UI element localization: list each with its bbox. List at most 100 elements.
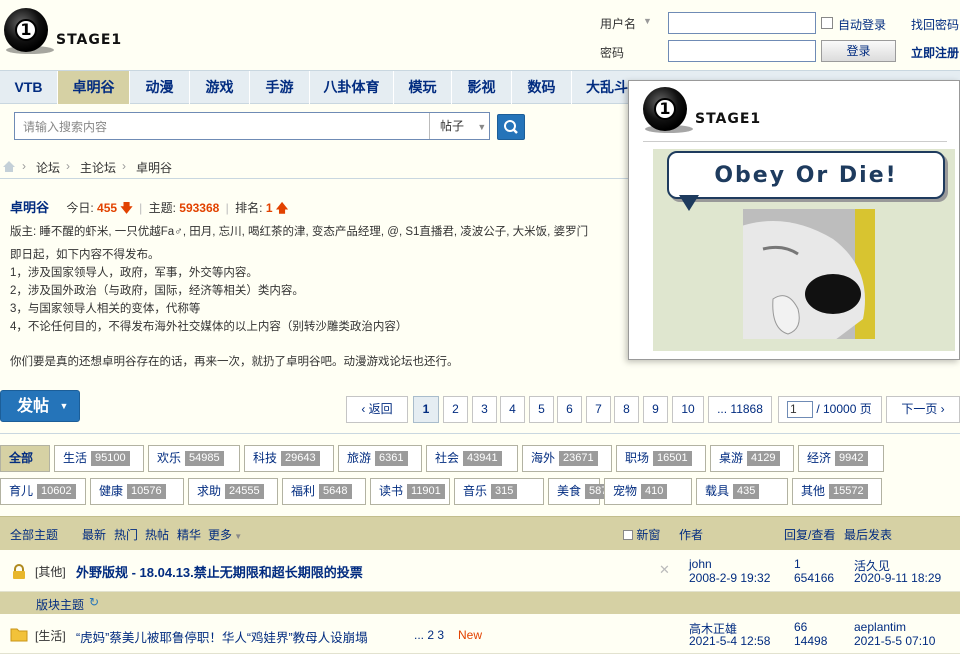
category-chip[interactable]: 欢乐 54985 (148, 445, 240, 472)
nav-item-zhuomingu[interactable]: 卓明谷 (58, 71, 130, 104)
thread-title[interactable]: “虎妈”蔡美儿被耶鲁停职！华人“鸡娃界”教母人设崩塌 (76, 627, 368, 646)
category-count-badge: 15572 (829, 484, 868, 499)
category-chip[interactable]: 生活 95100 (54, 445, 144, 472)
pager-back-button[interactable]: ‹ 返回 (346, 396, 408, 423)
pager-page-8[interactable]: 8 (614, 396, 639, 423)
pager-page-7[interactable]: 7 (586, 396, 611, 423)
search-bar: 请输入搜索内容 帖子 ▼ (14, 112, 490, 140)
breadcrumb-forum[interactable]: 论坛 (36, 159, 60, 176)
breadcrumb-zhuomingu[interactable]: 卓明谷 (136, 159, 172, 176)
last-post-user[interactable]: aeplantim (854, 620, 906, 634)
chevron-down-icon: ▼ (59, 401, 69, 411)
pager-last-page[interactable]: ... 11868 (708, 396, 772, 423)
site-logo[interactable]: 1 STAGE1 (4, 8, 134, 56)
filter-digest[interactable]: 精华 (177, 526, 201, 543)
category-chip[interactable]: 福利 5648 (282, 478, 366, 505)
last-post-column-header[interactable]: 最后发表 (844, 526, 892, 543)
pager-page-5[interactable]: 5 (529, 396, 554, 423)
category-chip[interactable]: 宠物 410 (604, 478, 692, 505)
pager-page-1[interactable]: 1 (413, 396, 439, 423)
meme-image (743, 209, 875, 339)
last-post-date[interactable]: 2020-9-11 18:29 (854, 571, 941, 585)
close-icon[interactable]: ✕ (659, 562, 670, 578)
last-post-date[interactable]: 2021-5-5 07:10 (854, 634, 935, 648)
search-input[interactable]: 请输入搜索内容 (23, 118, 107, 135)
password-input[interactable] (668, 40, 816, 62)
down-arrow-icon: 🡇 (120, 201, 133, 215)
search-icon (504, 120, 518, 134)
new-post-button[interactable]: 发帖 ▼ (0, 390, 80, 422)
section-label[interactable]: 版块主题 (36, 596, 84, 613)
thread-page-links[interactable]: ... 2 3 (414, 628, 444, 642)
forgot-password-link[interactable]: 找回密码 (911, 16, 959, 33)
popup-banner[interactable]: 1 STAGE1 Obey Or Die! (628, 80, 960, 360)
category-all[interactable]: 全部 (0, 445, 50, 472)
category-chip[interactable]: 其他 15572 (792, 478, 882, 505)
nav-item-digital[interactable]: 数码 (512, 71, 572, 104)
pager-back-label: 返回 (368, 402, 393, 416)
new-window-checkbox[interactable] (623, 530, 633, 540)
thread-author[interactable]: john (689, 557, 712, 571)
login-button[interactable]: 登录 (821, 40, 896, 62)
filter-all-threads[interactable]: 全部主题 (10, 526, 58, 543)
topics-count: 593368 (179, 201, 220, 215)
pager-page-10[interactable]: 10 (672, 396, 704, 423)
nav-item-mobile-games[interactable]: 手游 (250, 71, 310, 104)
filter-hot[interactable]: 热门 (114, 526, 138, 543)
filter-more[interactable]: 更多 ▼ (208, 526, 242, 543)
category-chip[interactable]: 育儿 10602 (0, 478, 86, 505)
thread-tag[interactable]: [生活] (35, 627, 66, 644)
pager-jump: 1 / 10000 页 (778, 396, 882, 423)
auto-login-checkbox[interactable] (821, 17, 833, 29)
nav-item-anime[interactable]: 动漫 (130, 71, 190, 104)
forum-rule-1: 1，涉及国家领导人，政府，军事，外交等内容。 (10, 267, 258, 279)
breadcrumb-main-forum[interactable]: 主论坛 (80, 159, 116, 176)
category-chip[interactable]: 经济 9942 (798, 445, 884, 472)
filter-hot-threads[interactable]: 热帖 (145, 526, 169, 543)
category-chip[interactable]: 求助 24555 (188, 478, 278, 505)
category-chip[interactable]: 社会 43941 (426, 445, 518, 472)
category-chip[interactable]: 科技 29643 (244, 445, 334, 472)
pager-page-4[interactable]: 4 (500, 396, 525, 423)
search-button[interactable] (497, 114, 525, 140)
pager-page-9[interactable]: 9 (643, 396, 668, 423)
register-link[interactable]: 立即注册 (911, 44, 959, 61)
pager-page-2[interactable]: 2 (443, 396, 468, 423)
nav-item-vtb[interactable]: VTB (0, 71, 58, 104)
category-chip[interactable]: 职场 16501 (616, 445, 706, 472)
nav-item-gossip-sports[interactable]: 八卦体育 (310, 71, 394, 104)
filter-latest[interactable]: 最新 (82, 526, 106, 543)
category-label: 健康 (99, 484, 124, 498)
search-type-select[interactable]: 帖子 ▼ (429, 113, 489, 139)
category-count-badge: 10576 (127, 484, 166, 499)
pager-page-3[interactable]: 3 (472, 396, 497, 423)
rank-label: 排名: (235, 201, 263, 215)
replies-column-header[interactable]: 回复/查看 (784, 526, 835, 543)
pager-next-button[interactable]: 下一页 › (886, 396, 960, 423)
nav-item-models[interactable]: 模玩 (394, 71, 452, 104)
username-input[interactable] (668, 12, 816, 34)
category-chip[interactable]: 健康 10576 (90, 478, 184, 505)
username-dropdown-icon[interactable]: ▼ (643, 16, 652, 26)
category-chip[interactable]: 载具 435 (696, 478, 788, 505)
category-chip[interactable]: 桌游 4129 (710, 445, 794, 472)
chevron-right-icon: › (937, 402, 945, 416)
category-chip[interactable]: 读书 11901 (370, 478, 450, 505)
category-chip[interactable]: 音乐 315 (454, 478, 544, 505)
new-window-toggle[interactable]: 新窗 (623, 526, 660, 543)
username-label: 用户名 (600, 17, 637, 31)
nav-item-movies[interactable]: 影视 (452, 71, 512, 104)
pager-page-input[interactable]: 1 (787, 401, 813, 419)
nav-item-games[interactable]: 游戏 (190, 71, 250, 104)
category-label: 音乐 (463, 484, 488, 498)
thread-tag[interactable]: [其他] (35, 563, 66, 580)
category-chip[interactable]: 美食 587 (548, 478, 612, 505)
refresh-icon[interactable]: ↻ (89, 595, 99, 609)
pager-page-6[interactable]: 6 (557, 396, 582, 423)
folder-icon (10, 628, 28, 642)
category-chip[interactable]: 海外 23671 (522, 445, 612, 472)
home-icon[interactable] (2, 160, 16, 173)
category-count-badge: 6361 (375, 451, 408, 466)
thread-title[interactable]: 外野版规 - 18.04.13.禁止无期限和超长期限的投票 (76, 562, 363, 581)
category-chip[interactable]: 旅游 6361 (338, 445, 422, 472)
